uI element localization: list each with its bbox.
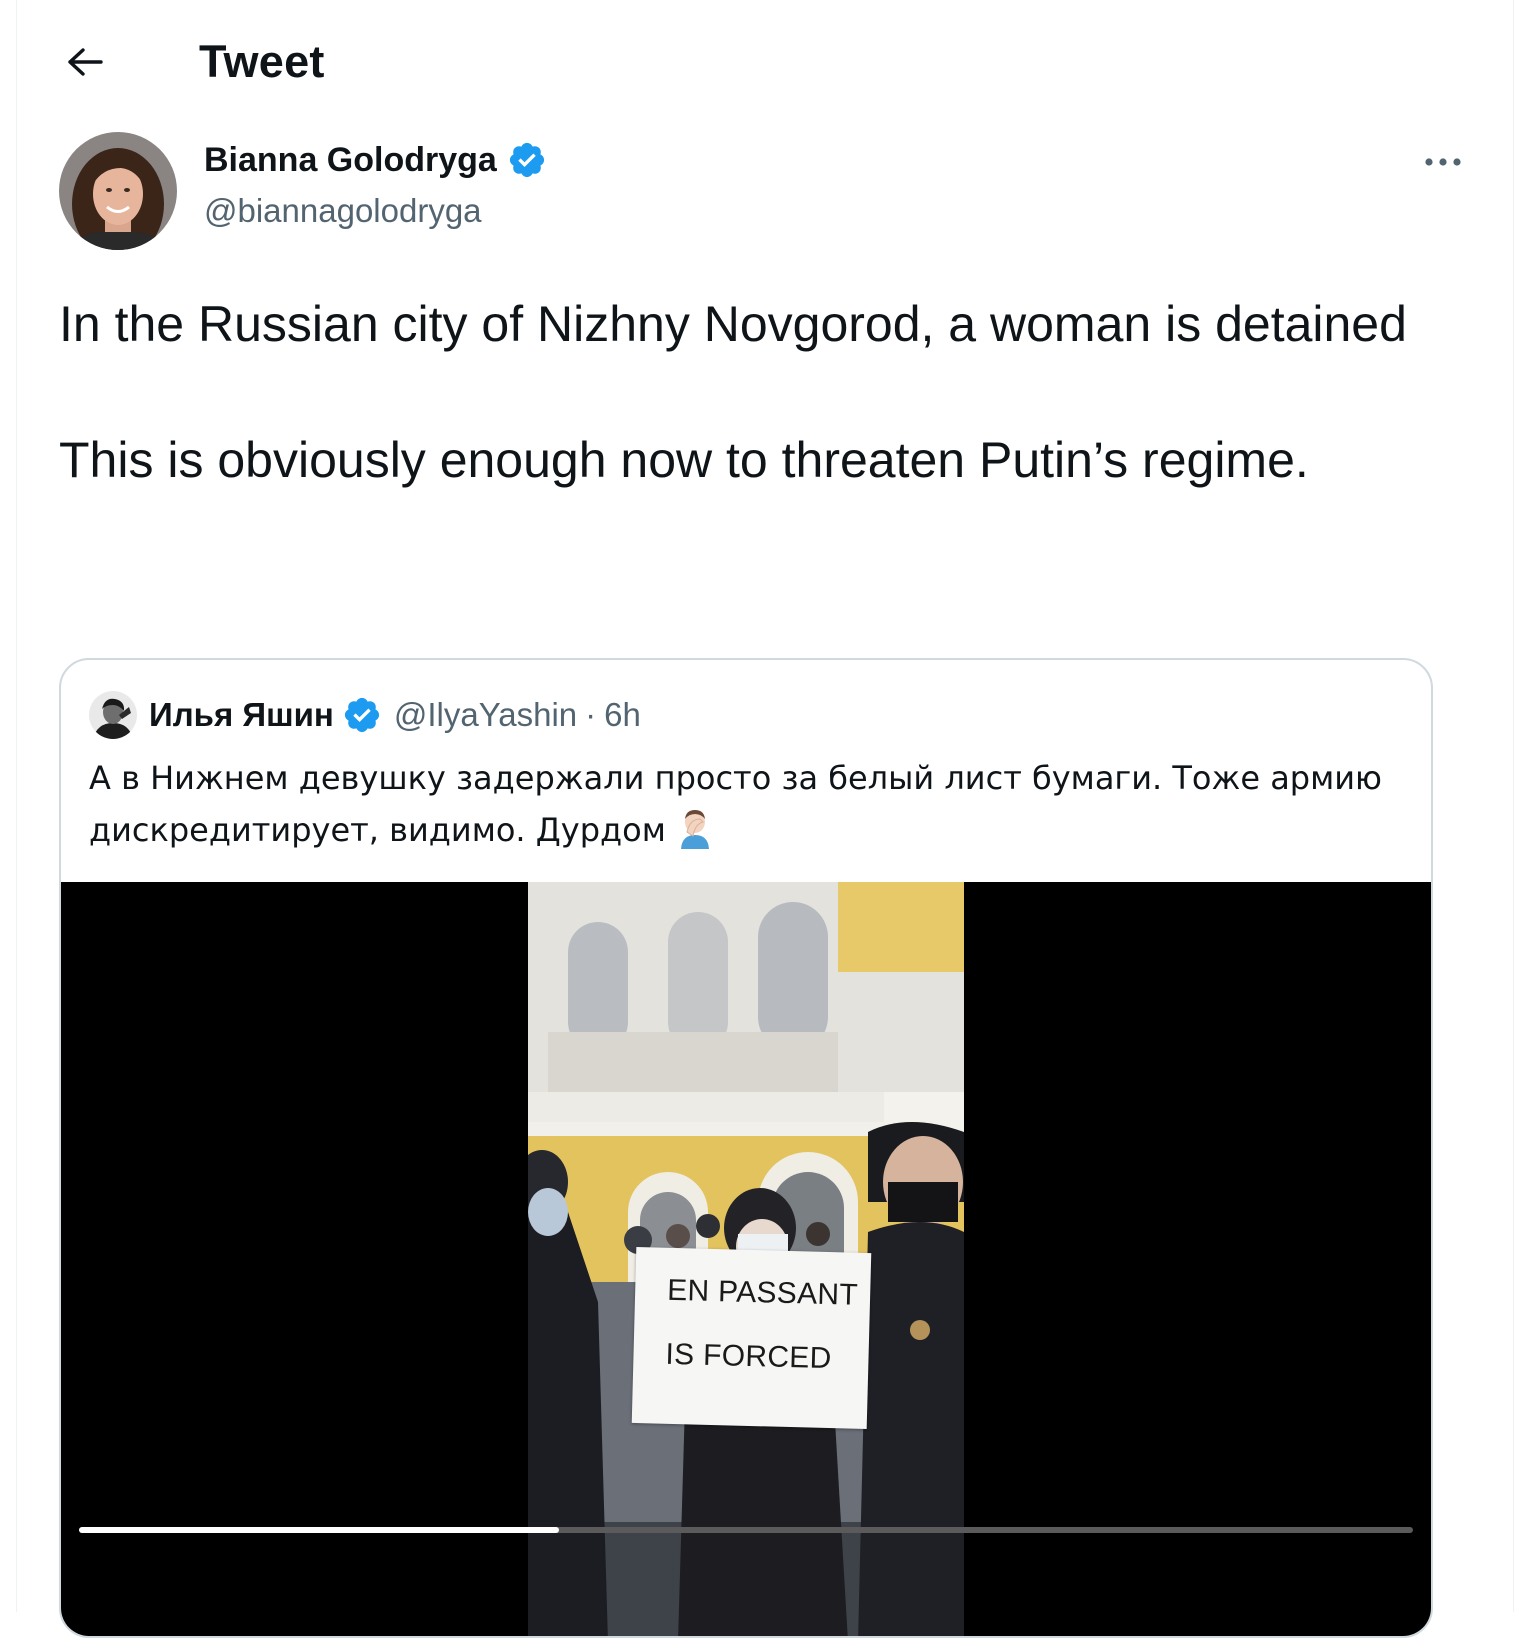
tweet-text: In the Russian city of Nizhny Novgorod, … xyxy=(59,296,1407,488)
sign-text-line-2: IS FORCED xyxy=(665,1337,832,1376)
author-avatar[interactable] xyxy=(59,132,177,250)
quoted-tweet-card[interactable]: Илья Яшин @IlyaYashin · 6h А в Нижнем де… xyxy=(59,658,1433,1638)
tweet-page: Tweet Bianna Golodryga @biannagolodryga xyxy=(16,0,1514,1638)
ellipsis-icon xyxy=(1425,158,1461,166)
quoted-author-avatar xyxy=(89,691,137,739)
quoted-author-handle: @IlyaYashin xyxy=(393,696,578,733)
meta-separator: · xyxy=(585,696,597,733)
quoted-avatar-photo xyxy=(89,691,137,739)
author-name-row: Bianna Golodryga xyxy=(204,140,547,180)
author-handle[interactable]: @biannagolodryga xyxy=(204,192,482,230)
protest-sign: EN PASSANT IS FORCED xyxy=(631,1246,872,1430)
author-name[interactable]: Bianna Golodryga xyxy=(204,141,497,180)
avatar-photo xyxy=(59,132,177,250)
man-facepalming-emoji-icon xyxy=(680,810,709,849)
more-options-button[interactable] xyxy=(1419,146,1467,178)
verified-badge-icon xyxy=(509,142,544,178)
quoted-tweet-time: 6h xyxy=(604,696,641,733)
back-button[interactable] xyxy=(65,42,105,82)
video-progress-fill xyxy=(79,1527,560,1533)
quoted-tweet-header: Илья Яшин @IlyaYashin · 6h xyxy=(89,690,641,740)
quoted-author-name: Илья Яшин xyxy=(149,696,334,733)
arrow-left-icon xyxy=(68,48,103,76)
video-progress-bar[interactable] xyxy=(79,1527,1413,1533)
quoted-tweet-text: А в Нижнем девушку задержали просто за б… xyxy=(89,752,1399,856)
video-frame: EN PASSANT IS FORCED xyxy=(528,882,964,1636)
quoted-tweet-text-body: А в Нижнем девушку задержали просто за б… xyxy=(89,759,1382,849)
video-player[interactable]: EN PASSANT IS FORCED xyxy=(61,882,1431,1636)
sign-text-line-1: EN PASSANT xyxy=(666,1273,859,1312)
page-title: Tweet xyxy=(199,36,325,87)
page-header: Tweet xyxy=(17,0,1513,120)
verified-badge-icon xyxy=(344,697,379,733)
